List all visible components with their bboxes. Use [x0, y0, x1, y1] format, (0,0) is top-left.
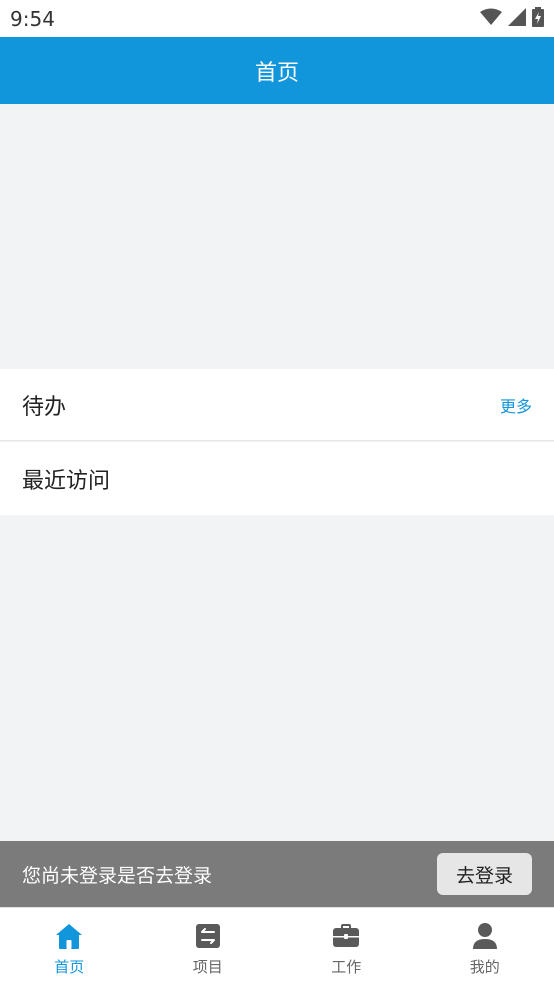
status-icons — [480, 6, 544, 31]
tab-label: 工作 — [331, 958, 362, 976]
status-time: 9:54 — [10, 6, 55, 31]
go-login-button[interactable]: 去登录 — [437, 853, 532, 895]
tab-project[interactable]: 项目 — [139, 908, 278, 984]
screen: 9:54 首页 待办 更多 最近访问 您尚未登录是否去登录 去登录 首页 项目 … — [0, 0, 554, 984]
banner-area — [0, 104, 554, 369]
briefcase-icon — [331, 921, 361, 951]
battery-icon — [532, 6, 544, 31]
tab-label: 项目 — [192, 958, 223, 976]
todo-section-header: 待办 更多 — [0, 369, 554, 441]
person-icon — [470, 921, 500, 951]
login-prompt-bar: 您尚未登录是否去登录 去登录 — [0, 841, 554, 907]
wifi-icon — [480, 8, 502, 30]
tab-label: 首页 — [54, 958, 85, 976]
home-icon — [54, 921, 84, 951]
swap-icon — [193, 921, 223, 951]
tab-label: 我的 — [469, 958, 500, 976]
todo-label: 待办 — [22, 394, 67, 420]
login-prompt-message: 您尚未登录是否去登录 — [22, 864, 213, 887]
tab-mine[interactable]: 我的 — [416, 908, 554, 984]
todo-more-link[interactable]: 更多 — [500, 393, 532, 417]
signal-icon — [508, 7, 526, 30]
recent-section-header: 最近访问 — [0, 442, 554, 515]
bottom-tab-bar: 首页 项目 工作 我的 — [0, 907, 554, 984]
status-bar: 9:54 — [0, 0, 554, 37]
tab-home[interactable]: 首页 — [0, 908, 139, 984]
tab-work[interactable]: 工作 — [277, 908, 416, 984]
page-title: 首页 — [254, 60, 299, 86]
recent-label: 最近访问 — [22, 468, 111, 494]
app-bar: 首页 — [0, 37, 554, 104]
